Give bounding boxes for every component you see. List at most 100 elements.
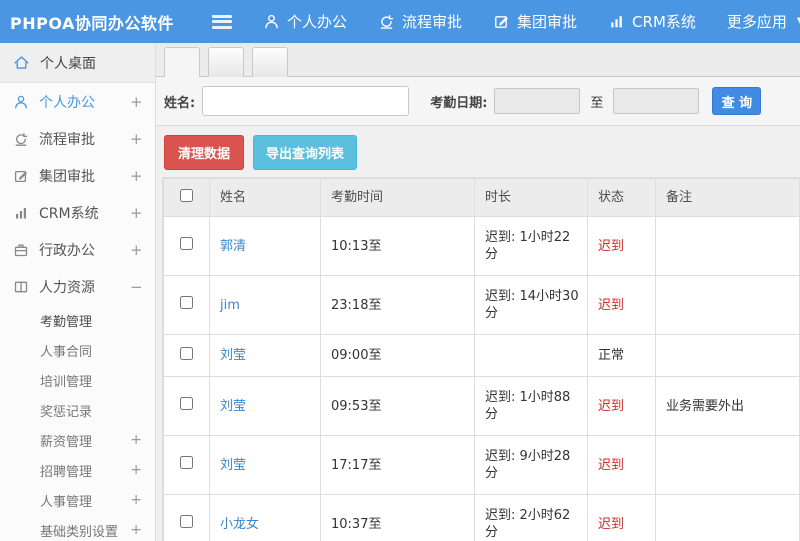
- sidebar-item[interactable]: 集团审批 +: [0, 157, 155, 194]
- nav-item-label: 集团审批: [517, 13, 578, 31]
- submenu-item-label: 人事管理: [40, 494, 93, 510]
- edit-icon: [493, 13, 510, 30]
- status-text: 迟到: [598, 457, 625, 473]
- edit-icon: [13, 168, 29, 184]
- status-cell: 迟到: [587, 275, 656, 335]
- nav-item-label: 个人办公: [287, 13, 348, 31]
- process-icon: [378, 13, 395, 30]
- nav-item[interactable]: 流程审批: [378, 11, 462, 32]
- row-checkbox[interactable]: [180, 515, 193, 528]
- note-cell: [655, 275, 800, 335]
- to-label: 至: [590, 95, 604, 111]
- status-cell: 迟到: [587, 494, 656, 541]
- select-all-cell: [163, 178, 210, 217]
- clear-data-button[interactable]: 清理数据: [164, 135, 245, 170]
- nav-item[interactable]: 个人办公: [263, 11, 347, 32]
- sidebar-submenu-item[interactable]: 培训管理: [0, 365, 155, 395]
- expand-toggle-icon[interactable]: +: [130, 241, 143, 259]
- sidebar-item-label: 流程审批: [39, 131, 95, 148]
- sidebar-item-desktop[interactable]: 个人桌面: [0, 43, 155, 83]
- row-checkbox[interactable]: [180, 346, 193, 360]
- tab[interactable]: [208, 47, 244, 77]
- employee-name-link[interactable]: 刘莹: [220, 399, 246, 414]
- export-list-button[interactable]: 导出查询列表: [253, 135, 358, 170]
- expand-toggle-icon[interactable]: +: [130, 522, 142, 538]
- note-cell: [655, 435, 800, 495]
- hamburger-menu-icon[interactable]: [212, 14, 232, 29]
- attendance-time-cell: 23:18至: [320, 275, 475, 335]
- attendance-time-cell: 17:17至: [320, 435, 475, 495]
- note-cell: [655, 334, 800, 377]
- note-cell: [655, 216, 800, 276]
- sidebar-submenu-item[interactable]: 招聘管理 +: [0, 455, 155, 485]
- expand-toggle-icon[interactable]: +: [130, 204, 143, 222]
- attendance-time-cell: 09:53至: [320, 376, 475, 436]
- employee-name-link[interactable]: jim: [220, 298, 240, 313]
- sidebar-submenu-item[interactable]: 考勤管理: [0, 305, 155, 335]
- sidebar-item[interactable]: 流程审批 +: [0, 120, 155, 157]
- row-checkbox-cell: [163, 376, 210, 436]
- nav-item-label: CRM系统: [632, 13, 696, 31]
- search-form: 姓名: 考勤日期: 至 查 询: [156, 77, 800, 126]
- sidebar-submenu-item[interactable]: 薪资管理 +: [0, 425, 155, 455]
- status-text: 迟到: [598, 297, 625, 313]
- nav-item[interactable]: 集团审批: [493, 11, 577, 32]
- process-icon: [13, 131, 29, 147]
- nav-item[interactable]: CRM系统: [608, 11, 696, 32]
- employee-name-link[interactable]: 刘莹: [220, 458, 246, 473]
- expand-toggle-icon[interactable]: −: [130, 278, 143, 296]
- nav-item[interactable]: 更多应用: [727, 11, 787, 32]
- nav-item-label: 流程审批: [402, 13, 463, 31]
- row-checkbox-cell: [163, 334, 210, 377]
- sidebar-item[interactable]: 行政办公 +: [0, 231, 155, 268]
- table-row: 刘莹 09:53至 迟到: 1小时88分 迟到 业务需要外出: [163, 376, 800, 436]
- row-checkbox-cell: [163, 216, 210, 276]
- expand-toggle-icon[interactable]: +: [130, 130, 143, 148]
- column-header: 时长: [474, 178, 588, 217]
- user-icon: [263, 13, 280, 30]
- app-window: PHPOA协同办公软件 个人办公 流程审批 集团审批 CRM系统 更多应用 ▼ …: [0, 0, 800, 541]
- sidebar-item-label: CRM系统: [39, 205, 99, 222]
- sidebar-submenu-item[interactable]: 人事合同: [0, 335, 155, 365]
- sidebar-item[interactable]: 个人办公 +: [0, 83, 155, 120]
- table-row: 刘莹 17:17至 迟到: 9小时28分 迟到: [163, 435, 800, 495]
- nav-item-label: 更多应用: [726, 13, 787, 31]
- expand-toggle-icon[interactable]: +: [130, 432, 142, 448]
- select-all-checkbox[interactable]: [180, 188, 193, 202]
- date-to-input[interactable]: [613, 88, 700, 114]
- expand-toggle-icon[interactable]: +: [130, 462, 142, 478]
- attendance-time-cell: 10:13至: [320, 216, 475, 276]
- expand-toggle-icon[interactable]: +: [130, 167, 143, 185]
- row-checkbox[interactable]: [180, 296, 193, 309]
- attendance-time-cell: 09:00至: [320, 334, 475, 377]
- app-title: PHPOA协同办公软件: [10, 13, 174, 33]
- duration-cell: 迟到: 1小时88分: [474, 376, 588, 436]
- expand-toggle-icon[interactable]: +: [130, 93, 143, 111]
- table-row: jim 23:18至 迟到: 14小时30分 迟到: [163, 275, 800, 335]
- tab[interactable]: [252, 47, 288, 77]
- status-text: 迟到: [598, 238, 625, 254]
- sidebar-submenu-item[interactable]: 基础类别设置 +: [0, 515, 155, 541]
- sidebar-item[interactable]: 人力资源 −: [0, 268, 155, 305]
- name-input[interactable]: [202, 86, 410, 116]
- sidebar-item[interactable]: CRM系统 +: [0, 194, 155, 231]
- expand-toggle-icon[interactable]: +: [130, 492, 142, 508]
- employee-name-link[interactable]: 郭清: [220, 239, 246, 254]
- home-icon: [13, 54, 30, 71]
- date-label: 考勤日期:: [430, 95, 488, 111]
- row-checkbox[interactable]: [180, 456, 193, 469]
- search-button[interactable]: 查 询: [712, 87, 762, 115]
- row-checkbox[interactable]: [180, 237, 193, 250]
- status-cell: 迟到: [587, 216, 656, 276]
- employee-name-link[interactable]: 刘莹: [220, 348, 246, 363]
- tab[interactable]: [164, 47, 200, 78]
- sidebar-submenu-item[interactable]: 人事管理 +: [0, 485, 155, 515]
- row-checkbox-cell: [163, 275, 210, 335]
- sidebar-submenu-item[interactable]: 奖惩记录: [0, 395, 155, 425]
- sidebar-submenu: 考勤管理 人事合同 培训管理 奖惩记录 薪资管理 + 招聘管理 + 人事管理 +…: [0, 305, 155, 541]
- date-from-input[interactable]: [494, 88, 581, 114]
- duration-cell: 迟到: 1小时22分: [474, 216, 588, 276]
- row-checkbox[interactable]: [180, 397, 193, 410]
- employee-name-link[interactable]: 小龙女: [220, 517, 259, 532]
- book-icon: [13, 279, 29, 295]
